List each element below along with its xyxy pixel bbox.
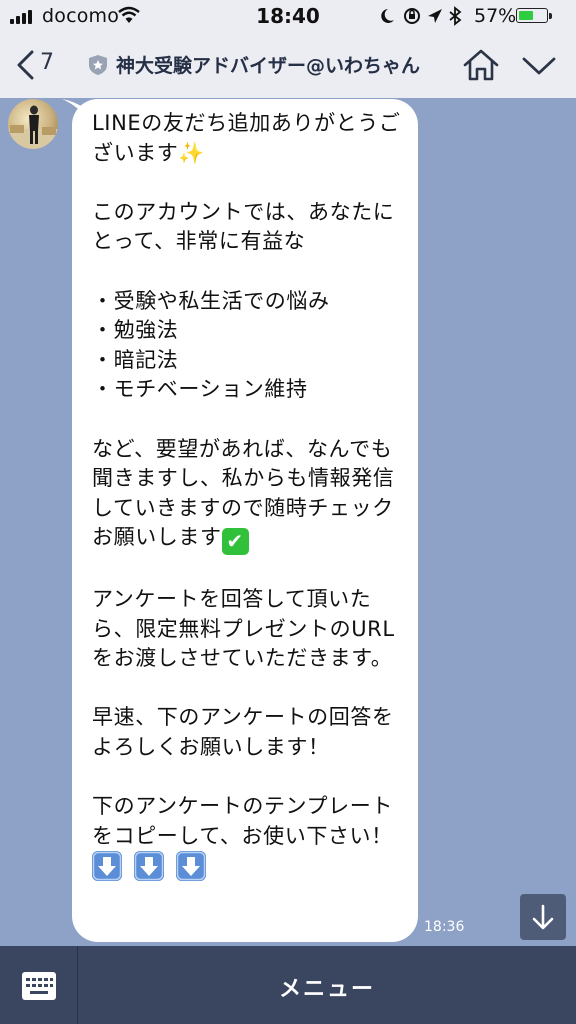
sparkles-icon: ✨: [178, 140, 206, 165]
message-paragraph: 下のアンケートのテンプレートをコピーして、お使い下さい！: [92, 794, 393, 848]
moon-icon: [381, 9, 394, 23]
down-arrow-icon: [176, 851, 206, 882]
menu-button[interactable]: メニュー: [78, 946, 576, 1024]
battery-level-fill: [519, 11, 533, 20]
down-arrow-icon: [92, 851, 122, 882]
menu-label: メニュー: [278, 977, 375, 1002]
scroll-to-bottom-button[interactable]: [520, 894, 566, 940]
message-paragraph: アンケートを回答して頂いたら、限定無料プレゼントのURLをお渡しさせていただきま…: [92, 586, 395, 671]
chat-header: 7 神大受験アドバイザー@いわちゃん: [0, 32, 576, 98]
message-paragraph: このアカウントでは、あなたにとって、非常に有益な: [92, 199, 395, 254]
battery-icon: [516, 8, 548, 23]
bluetooth-icon: [449, 6, 462, 26]
message-timestamp: 18:36: [424, 919, 465, 935]
message-text: LINEの友だち追加ありがとうございます✨ このアカウントでは、あなたにとって、…: [92, 109, 404, 851]
home-icon[interactable]: [462, 48, 500, 82]
unread-count[interactable]: 7: [40, 50, 54, 75]
battery-percent: 57%: [474, 5, 517, 27]
chat-title: 神大受験アドバイザー@いわちゃん: [116, 55, 421, 77]
keyboard-toggle-button[interactable]: [0, 946, 78, 1024]
back-chevron-icon[interactable]: [14, 50, 38, 80]
down-arrow-icon: [532, 904, 554, 930]
avatar[interactable]: [8, 99, 58, 149]
check-mark-icon: ✔: [221, 528, 249, 556]
avatar-image: [8, 105, 58, 149]
chevron-down-icon[interactable]: [520, 54, 558, 78]
message-paragraph: ・受験や私生活での悩み ・勉強法 ・暗記法 ・モチベーション維持: [92, 288, 330, 402]
message-bubble[interactable]: LINEの友だち追加ありがとうございます✨ このアカウントでは、あなたにとって、…: [72, 99, 418, 942]
location-icon: [428, 9, 442, 23]
orientation-lock-icon: [404, 8, 420, 24]
down-arrow-icon: [134, 851, 164, 882]
shield-badge-icon: [89, 55, 107, 75]
status-bar: docomo 18:40 57%: [0, 0, 576, 32]
footer-bar: メニュー: [0, 946, 576, 1024]
message-paragraph: LINEの友だち追加ありがとうございます: [92, 111, 401, 165]
message-paragraph: 早速、下のアンケートの回答をよろしくお願いします！: [92, 705, 394, 759]
battery-tip: [549, 13, 552, 19]
keyboard-icon: [22, 972, 56, 1000]
arrow-emoji-row: [92, 851, 404, 882]
status-icons: [381, 6, 462, 26]
